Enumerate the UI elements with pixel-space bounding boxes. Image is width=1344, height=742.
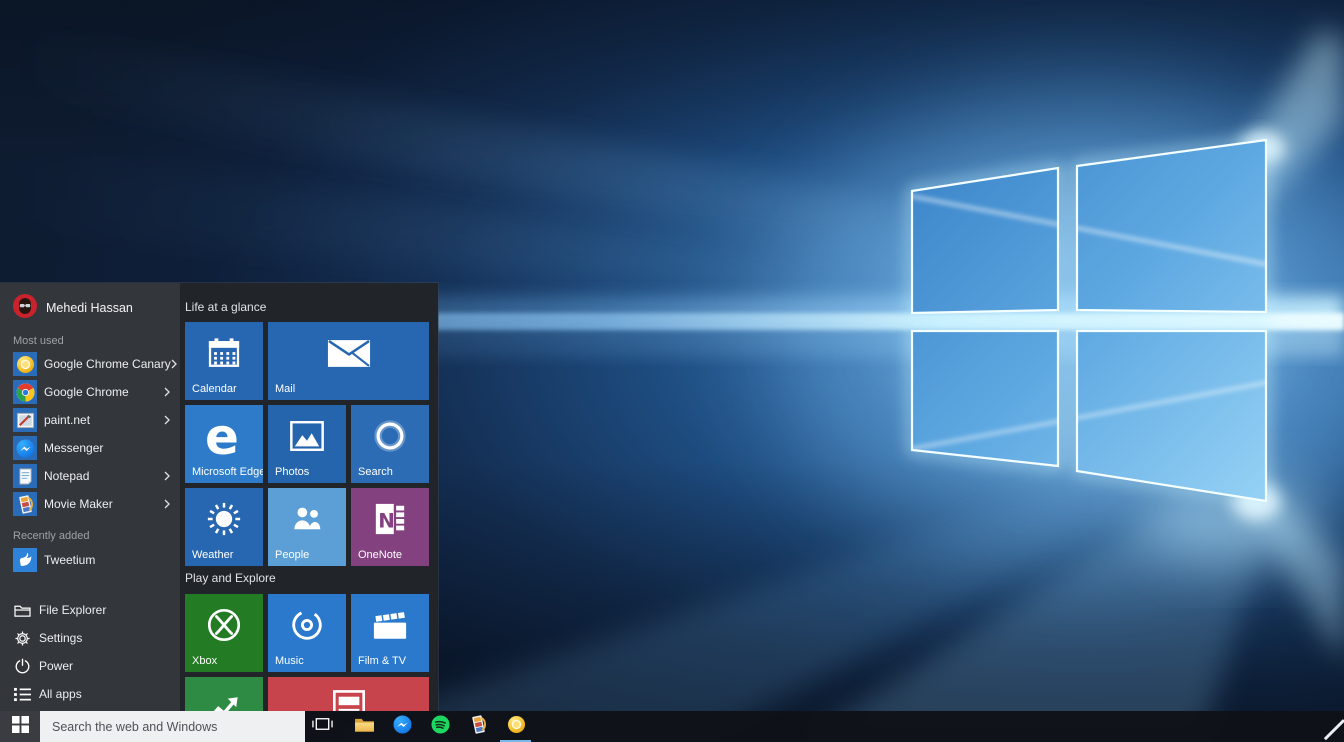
edge-icon: e <box>185 405 263 467</box>
onenote-icon: N <box>351 488 429 550</box>
start-item-chrome-canary[interactable]: Google Chrome Canary <box>0 350 180 378</box>
people-icon <box>268 488 346 550</box>
taskbar-file-explorer-button[interactable] <box>345 711 383 742</box>
chevron-right-icon[interactable] <box>164 387 170 397</box>
tile-label: Xbox <box>192 655 217 667</box>
start-item-chrome[interactable]: Google Chrome <box>0 378 180 406</box>
spotify-icon <box>431 715 450 739</box>
tile-group-header: Play and Explore <box>185 571 276 585</box>
chrome-icon <box>13 380 37 404</box>
tile-calendar[interactable]: Calendar <box>185 322 263 400</box>
tile-xbox[interactable]: Xbox <box>185 594 263 672</box>
chevron-right-icon[interactable] <box>164 471 170 481</box>
task-view-button[interactable] <box>304 711 340 742</box>
settings-icon <box>13 630 31 647</box>
user-name: Mehedi Hassan <box>46 301 133 315</box>
music-icon <box>268 594 346 656</box>
start-item-file-explorer[interactable]: File Explorer <box>0 596 180 624</box>
notepad-icon <box>13 464 37 488</box>
tile-label: Music <box>275 655 304 667</box>
tile-film-tv[interactable]: Film & TV <box>351 594 429 672</box>
messenger-icon <box>13 436 37 460</box>
taskbar <box>0 711 1344 742</box>
desktop: Mehedi Hassan Most used Google Chrome Ca… <box>0 0 1344 742</box>
folder-icon <box>354 716 375 738</box>
taskbar-messenger-button[interactable] <box>383 711 421 742</box>
tweetium-icon <box>13 548 37 572</box>
tile-label: Mail <box>275 383 295 395</box>
user-avatar <box>13 294 37 323</box>
tile-money[interactable] <box>185 677 263 711</box>
start-item-movie-maker[interactable]: Movie Maker <box>0 490 180 518</box>
tile-mail[interactable]: Mail <box>268 322 429 400</box>
tile-group-header: Life at a glance <box>185 300 266 314</box>
file-explorer-icon <box>13 603 31 618</box>
messenger-icon <box>393 715 412 739</box>
svg-text:e: e <box>205 412 239 460</box>
taskbar-movie-maker-button[interactable] <box>459 711 497 742</box>
recently-added-header: Recently added <box>13 530 89 542</box>
tile-label: Film & TV <box>358 655 406 667</box>
all-apps-icon <box>13 687 31 702</box>
tile-label: People <box>275 549 309 561</box>
movie-maker-icon <box>13 492 37 516</box>
start-menu-left-rail: Mehedi Hassan Most used Google Chrome Ca… <box>0 283 180 711</box>
xbox-icon <box>185 594 263 656</box>
start-item-power[interactable]: Power <box>0 652 180 680</box>
start-menu-tiles: Life at a glance <box>180 283 438 711</box>
tile-onenote[interactable]: N OneNote <box>351 488 429 566</box>
power-icon <box>13 658 31 675</box>
most-used-header: Most used <box>13 335 64 347</box>
taskbar-search <box>40 711 305 742</box>
film-tv-icon <box>351 594 429 656</box>
tile-label: Search <box>358 466 393 478</box>
tile-photos[interactable]: Photos <box>268 405 346 483</box>
windows-logo-icon <box>12 716 29 738</box>
start-item-tweetium[interactable]: Tweetium <box>0 546 180 574</box>
tile-label: Weather <box>192 549 233 561</box>
user-account-button[interactable]: Mehedi Hassan <box>13 295 133 321</box>
chevron-right-icon[interactable] <box>164 499 170 509</box>
tile-weather[interactable]: Weather <box>185 488 263 566</box>
taskbar-spotify-button[interactable] <box>421 711 459 742</box>
start-menu: Mehedi Hassan Most used Google Chrome Ca… <box>0 283 438 711</box>
tile-music[interactable]: Music <box>268 594 346 672</box>
start-button[interactable] <box>0 711 40 742</box>
cortana-ring-icon <box>351 405 429 467</box>
task-view-icon <box>312 716 333 737</box>
chevron-right-icon[interactable] <box>171 359 177 369</box>
money-chart-icon <box>185 677 263 711</box>
taskbar-chrome-canary-button[interactable] <box>497 711 535 742</box>
svg-text:N: N <box>378 510 395 533</box>
chrome-canary-icon <box>507 715 526 739</box>
chevron-right-icon[interactable] <box>164 415 170 425</box>
tile-search[interactable]: Search <box>351 405 429 483</box>
news-icon <box>268 677 429 711</box>
sun-icon <box>185 488 263 550</box>
tile-label: Microsoft Edge <box>192 466 263 478</box>
taskbar-search-input[interactable] <box>40 711 305 742</box>
tile-news[interactable] <box>268 677 429 711</box>
chrome-canary-icon <box>13 352 37 376</box>
calendar-icon <box>185 322 263 384</box>
start-item-settings[interactable]: Settings <box>0 624 180 652</box>
tile-microsoft-edge[interactable]: e Microsoft Edge <box>185 405 263 483</box>
start-item-messenger[interactable]: Messenger <box>0 434 180 462</box>
tile-people[interactable]: People <box>268 488 346 566</box>
tile-label: Calendar <box>192 383 237 395</box>
start-item-notepad[interactable]: Notepad <box>0 462 180 490</box>
tile-label: OneNote <box>358 549 402 561</box>
start-item-paintnet[interactable]: paint.net <box>0 406 180 434</box>
start-item-all-apps[interactable]: All apps <box>0 680 180 708</box>
paintnet-icon <box>13 408 37 432</box>
movie-maker-icon <box>469 715 488 739</box>
tile-label: Photos <box>275 466 309 478</box>
photos-icon <box>268 405 346 467</box>
mail-icon <box>268 322 429 384</box>
